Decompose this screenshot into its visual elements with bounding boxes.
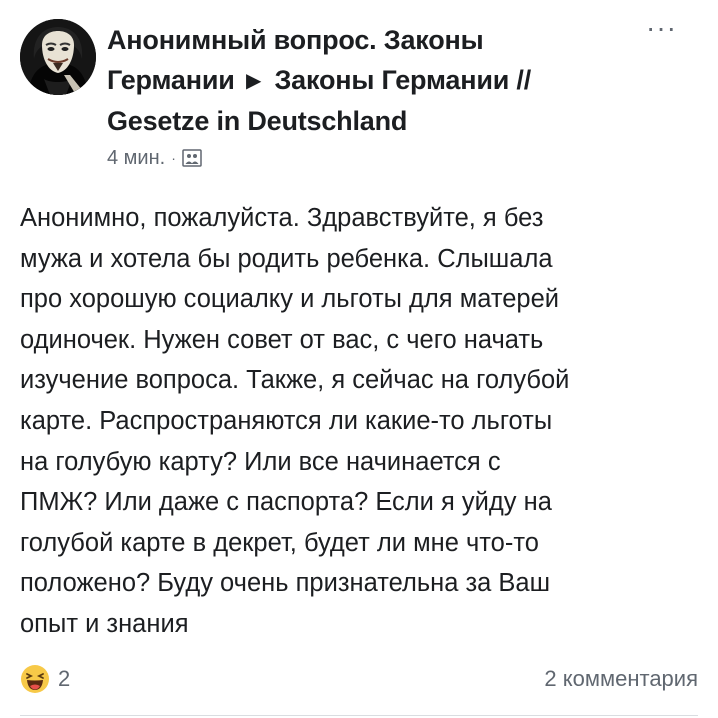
more-options-button[interactable]: ··· [646,14,686,42]
post-body-line: Анонимно, пожалуйста. Здравствуйте, я бе… [20,204,544,232]
post-body-line: карте. Распространяются ли какие-то льго… [20,406,553,435]
post-body-line: про хорошую социалку и льготы для матере… [20,285,560,314]
anonymous-mask-avatar-icon [20,19,96,95]
post-card: Анонимный вопрос. Законы Германии ▶ Зако… [0,0,718,718]
post-body-line: опыт и знания [20,609,189,638]
post-body-line: мужа и хотела бы родить ребенка. Слышала [20,244,553,273]
haha-reaction-icon [21,665,49,693]
reaction-count: 2 [58,666,71,691]
post-meta: 4 мин. · [107,145,202,171]
arrow-right-icon: ▶ [245,70,262,92]
post-body-line: положено? Буду очень признательна за Ваш [20,569,551,598]
avatar[interactable] [20,19,96,95]
post-body: Анонимно, пожалуйста. Здравствуйте, я бе… [20,198,710,645]
post-body-line: одиночек. Нужен совет от вас, с чего нач… [20,325,544,354]
reactions-summary[interactable]: 2 [20,664,70,694]
post-body-line: ПМЖ? Или даже с паспорта? Если я уйду на [20,488,552,517]
post-body-line: голубой карте в декрет, будет ли мне что… [20,528,539,557]
divider [20,715,698,716]
timestamp[interactable]: 4 мин. [107,147,165,170]
meta-separator: · [171,150,176,166]
comments-count-link[interactable]: 2 комментария [544,664,698,694]
group-privacy-icon [182,149,202,167]
post-header-title: Анонимный вопрос. Законы Германии ▶ Зако… [107,20,627,141]
post-body-line: изучение вопроса. Также, я сейчас на гол… [20,366,570,395]
post-body-line: на голубую карту? Или все начинается с [20,447,501,476]
